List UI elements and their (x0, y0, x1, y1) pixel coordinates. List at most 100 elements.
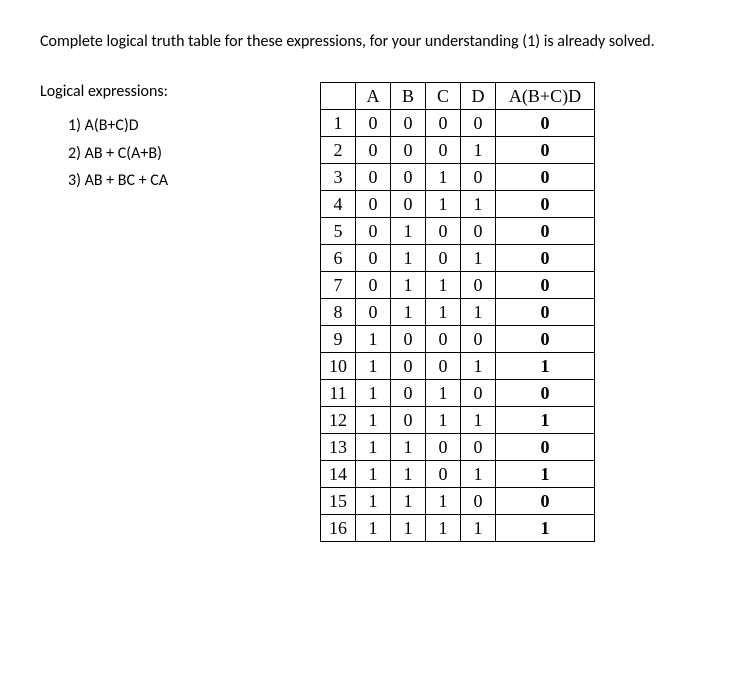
cell-d: 1 (461, 515, 496, 542)
cell-result: 0 (496, 110, 595, 137)
cell-d: 1 (461, 299, 496, 326)
cell-d: 0 (461, 164, 496, 191)
cell-a: 1 (356, 326, 391, 353)
cell-c: 1 (426, 164, 461, 191)
row-number-cell: 12 (321, 407, 356, 434)
cell-c: 0 (426, 326, 461, 353)
cell-b: 1 (391, 272, 426, 299)
problem-intro: Complete logical truth table for these e… (40, 30, 690, 54)
table-row: 1311000 (321, 434, 595, 461)
cell-d: 0 (461, 218, 496, 245)
cell-c: 1 (426, 272, 461, 299)
cell-c: 0 (426, 218, 461, 245)
cell-d: 1 (461, 407, 496, 434)
cell-c: 0 (426, 434, 461, 461)
table-row: 601010 (321, 245, 595, 272)
expression-item: 2) AB + C(A+B) (68, 141, 300, 167)
cell-c: 1 (426, 407, 461, 434)
cell-d: 0 (461, 434, 496, 461)
row-number-cell: 4 (321, 191, 356, 218)
content-row: Logical expressions: 1) A(B+C)D 2) AB + … (40, 82, 690, 542)
cell-c: 1 (426, 515, 461, 542)
cell-a: 1 (356, 461, 391, 488)
row-number-cell: 13 (321, 434, 356, 461)
cell-c: 1 (426, 488, 461, 515)
expressions-list: 1) A(B+C)D 2) AB + C(A+B) 3) AB + BC + C… (68, 113, 300, 194)
table-row: 400110 (321, 191, 595, 218)
cell-result: 0 (496, 380, 595, 407)
column-header-d: D (461, 83, 496, 110)
row-number-cell: 10 (321, 353, 356, 380)
row-number-cell: 11 (321, 380, 356, 407)
cell-b: 0 (391, 164, 426, 191)
cell-d: 1 (461, 137, 496, 164)
cell-a: 1 (356, 353, 391, 380)
cell-c: 0 (426, 137, 461, 164)
cell-a: 0 (356, 218, 391, 245)
table-row: 1611111 (321, 515, 595, 542)
table-row: 501000 (321, 218, 595, 245)
cell-b: 0 (391, 353, 426, 380)
cell-c: 1 (426, 299, 461, 326)
cell-b: 0 (391, 380, 426, 407)
cell-d: 0 (461, 326, 496, 353)
expression-text: A(B+C)D (85, 116, 139, 135)
table-row: 100000 (321, 110, 595, 137)
table-header-row: A B C D A(B+C)D (321, 83, 595, 110)
cell-b: 0 (391, 326, 426, 353)
cell-result: 0 (496, 218, 595, 245)
expression-item: 1) A(B+C)D (68, 113, 300, 139)
table-row: 1210111 (321, 407, 595, 434)
cell-c: 0 (426, 461, 461, 488)
cell-a: 1 (356, 434, 391, 461)
cell-result: 1 (496, 515, 595, 542)
left-column: Logical expressions: 1) A(B+C)D 2) AB + … (40, 82, 300, 196)
cell-c: 0 (426, 110, 461, 137)
cell-a: 0 (356, 191, 391, 218)
table-row: 200010 (321, 137, 595, 164)
expression-number: 3) (68, 171, 81, 190)
cell-b: 1 (391, 218, 426, 245)
cell-a: 0 (356, 245, 391, 272)
expression-number: 2) (68, 144, 81, 163)
cell-c: 1 (426, 191, 461, 218)
cell-a: 0 (356, 299, 391, 326)
cell-result: 0 (496, 434, 595, 461)
cell-result: 1 (496, 407, 595, 434)
cell-d: 1 (461, 461, 496, 488)
table-row: 910000 (321, 326, 595, 353)
cell-d: 0 (461, 380, 496, 407)
cell-b: 0 (391, 191, 426, 218)
row-number-header (321, 83, 356, 110)
cell-a: 0 (356, 137, 391, 164)
cell-b: 0 (391, 137, 426, 164)
row-number-cell: 15 (321, 488, 356, 515)
cell-result: 0 (496, 326, 595, 353)
cell-result: 1 (496, 353, 595, 380)
table-row: 1411011 (321, 461, 595, 488)
cell-b: 1 (391, 515, 426, 542)
cell-b: 1 (391, 245, 426, 272)
cell-b: 1 (391, 461, 426, 488)
cell-result: 0 (496, 137, 595, 164)
cell-c: 1 (426, 380, 461, 407)
cell-a: 0 (356, 110, 391, 137)
row-number-cell: 2 (321, 137, 356, 164)
row-number-cell: 14 (321, 461, 356, 488)
cell-b: 1 (391, 299, 426, 326)
expressions-heading: Logical expressions: (40, 82, 300, 101)
cell-b: 0 (391, 110, 426, 137)
cell-b: 1 (391, 434, 426, 461)
column-header-c: C (426, 83, 461, 110)
cell-result: 0 (496, 488, 595, 515)
cell-result: 0 (496, 299, 595, 326)
truth-table: A B C D A(B+C)D 100000200010300100400110… (320, 82, 595, 542)
row-number-cell: 16 (321, 515, 356, 542)
expression-item: 3) AB + BC + CA (68, 168, 300, 194)
table-row: 1511100 (321, 488, 595, 515)
cell-d: 0 (461, 110, 496, 137)
cell-a: 1 (356, 407, 391, 434)
expression-text: AB + BC + CA (85, 171, 168, 190)
cell-d: 1 (461, 245, 496, 272)
cell-c: 0 (426, 353, 461, 380)
